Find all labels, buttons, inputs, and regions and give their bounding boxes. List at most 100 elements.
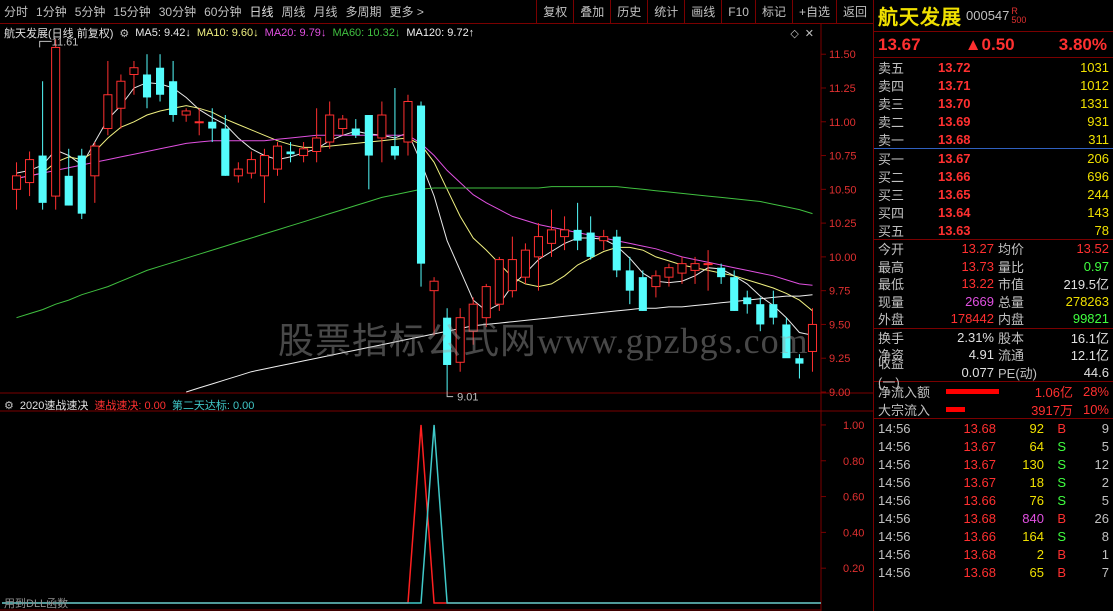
ask-row[interactable]: 卖五 13.72 1031 [874,58,1113,76]
stat-value: 2669 [965,293,994,309]
tick-time: 14:56 [878,492,911,508]
period-tab-4[interactable]: 30分钟 [155,3,200,20]
ask-row[interactable]: 卖二 13.69 931 [874,112,1113,130]
toolbar-tool-8[interactable]: 返回 [835,0,873,24]
stat-value: 278263 [1065,293,1109,309]
flow-value: 3917万 [1031,402,1073,418]
tick-price: 13.67 [963,474,996,490]
flow-value: 1.06亿 [1034,384,1073,400]
toolbar-tool-7[interactable]: +自选 [791,0,836,24]
stat-row: 最高 13.73 量比 0.97 [874,258,1113,276]
candle-body-down [142,74,152,98]
stock-name: 航天发展 [878,7,962,29]
candle-body-up [11,175,22,190]
tick-volume: 130 [1022,456,1044,472]
ask-row[interactable]: 卖一 13.68 311 [874,130,1113,148]
candle-body-down [156,67,165,95]
stat-label: 内盘 [998,312,1025,328]
toolbar-tool-1[interactable]: 叠加 [573,0,610,24]
stat-row: 最低 13.22 市值 219.5亿 [874,275,1113,293]
toolbar-tool-6[interactable]: 标记 [754,0,792,24]
ask-price: 13.69 [938,113,971,129]
indicator-title[interactable]: 2020速战速决 [20,397,88,413]
period-tab-10[interactable]: 更多 > [386,3,428,20]
period-tab-9[interactable]: 多周期 [342,3,386,20]
chart-title: 航天发展(日线 前复权) [4,28,114,40]
period-tab-7[interactable]: 周线 [277,3,309,20]
quote-panel: 航天发展 000547 R 500 13.67 ▲0.50 3.80% 卖五 13… [873,0,1113,611]
bid-label: 买三 [878,187,905,203]
indicator-settings-icon[interactable]: ⚙ [4,399,14,412]
flow-row: 大宗流入 3917万 10% [874,400,1113,418]
legend-ma120: MA120: 9.72↑ [406,27,475,39]
stat-value: 4.91 [968,347,994,363]
legend-settings-icon[interactable]: ⚙ [119,27,129,40]
close-icon[interactable]: ✕ [805,27,814,40]
legend-ma5: MA5: 9.42↓ [135,27,191,39]
candle-body-down [364,115,373,156]
dll-footer-note: 用到DLL函数 [4,597,68,610]
toolbar-tool-5[interactable]: F10 [721,0,755,24]
tick-time: 14:56 [878,528,911,544]
toolbar-tool-2[interactable]: 历史 [610,0,647,24]
tick-price: 13.66 [963,492,996,508]
stat-label: 今开 [878,242,905,258]
toolbar-tool-3[interactable]: 统计 [647,0,684,24]
tick-count: 5 [1101,492,1109,508]
bid-row[interactable]: 买三 13.65 244 [874,185,1113,203]
stats-block-2: 换手 2.31% 股本 16.1亿 净资 4.91 流通 12.1亿 收益(一) 0.077 PE(… [874,329,1113,391]
ask-label: 卖二 [878,114,905,130]
candle-body-up [90,145,100,177]
tick-count: 5 [1101,438,1109,454]
y-tick-label: 10.75 [829,151,857,163]
y-tick-label: 11.00 [829,117,856,129]
tick-time: 14:56 [878,438,911,454]
flow-pct: 28% [1082,383,1109,399]
stat-value: 0.97 [1083,258,1109,274]
candle-body-down [351,128,360,136]
bid-row[interactable]: 买一 13.67 206 [874,149,1113,167]
period-tab-5[interactable]: 60分钟 [200,3,245,20]
toolbar-tool-4[interactable]: 画线 [684,0,721,24]
tick-list[interactable]: 14:56 13.68 92 B 9 14:56 13.67 64 S 5 14:56 13.67 13… [874,419,1113,581]
bid-label: 买四 [878,205,905,221]
stat-value: 13.22 [961,276,994,292]
period-tab-8[interactable]: 月线 [310,3,342,20]
tick-price: 13.68 [963,510,996,526]
y-tick-label: 10.00 [829,252,857,264]
ask-price: 13.72 [938,59,971,75]
tick-volume: 65 [1029,564,1044,580]
bid-row[interactable]: 买二 13.66 696 [874,167,1113,185]
candle-body-down [612,236,621,271]
flow-label: 净流入额 [878,384,931,400]
tick-direction: B [1057,564,1066,580]
ask-volume: 1012 [1080,77,1109,93]
toolbar-tool-0[interactable]: 复权 [536,0,573,24]
period-tab-6[interactable]: 日线 [245,3,277,20]
stat-row: 收益(一) 0.077 PE(动) 44.6 [874,356,1113,390]
stat-value: 16.1亿 [1070,330,1109,346]
candle-body-up [299,148,309,157]
high-marker [39,40,52,48]
diamond-icon[interactable]: ◇ [790,27,798,40]
stat-value: 0.077 [961,364,994,380]
fund-flow-block: 净流入额 1.06亿 28% 大宗流入 3917万 10% [874,382,1113,418]
period-tab-3[interactable]: 15分钟 [109,3,154,20]
tick-time: 14:56 [878,474,911,490]
period-tab-0[interactable]: 分时 [0,3,32,20]
sub-y-tick-label: 0.60 [843,492,864,504]
tick-direction: S [1057,474,1066,490]
ask-row[interactable]: 卖三 13.70 1331 [874,94,1113,112]
tick-time: 14:56 [878,456,911,472]
period-tab-2[interactable]: 5分钟 [71,3,110,20]
bid-row[interactable]: 买四 13.64 143 [874,203,1113,221]
candle-body-up [677,263,687,274]
candle-body-up [272,145,283,170]
candle-body-down [586,232,595,257]
candle-body-up [325,114,335,143]
ask-row[interactable]: 卖四 13.71 1012 [874,76,1113,94]
tick-row: 14:56 13.67 130 S 12 [874,455,1113,473]
y-tick-label: 11.25 [829,83,856,95]
bid-row[interactable]: 买五 13.63 78 [874,221,1113,239]
period-tab-1[interactable]: 1分钟 [32,3,71,20]
